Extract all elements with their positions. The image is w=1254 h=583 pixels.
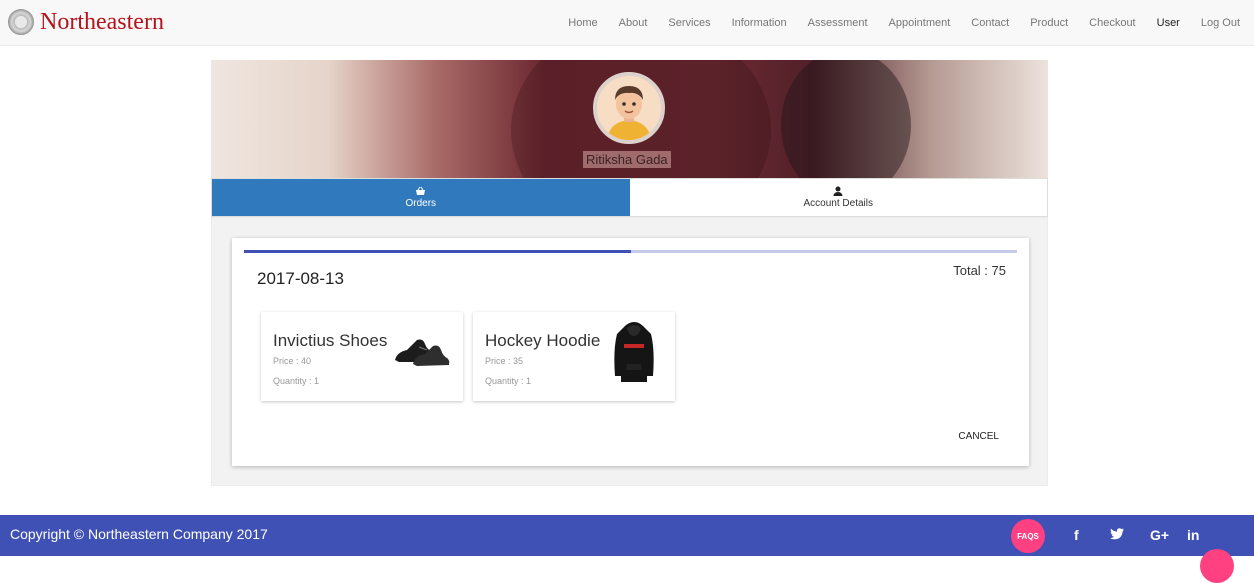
profile-name: Ritiksha Gada [583, 151, 671, 168]
profile-tabs: Orders Account Details [211, 178, 1048, 217]
nav-information[interactable]: Information [732, 17, 787, 29]
order-date: 2017-08-13 [257, 269, 344, 288]
google-plus-icon[interactable]: G+ [1150, 527, 1169, 543]
item-price: Price : 35 [485, 356, 524, 366]
nav-logout[interactable]: Log Out [1201, 17, 1240, 29]
cancel-order-button[interactable]: CANCEL [958, 431, 999, 442]
order-item: Hockey Hoodie Price : 35 Quantity : 1 [473, 312, 675, 401]
nav-checkout[interactable]: Checkout [1089, 17, 1135, 29]
order-progress-bar [244, 250, 1017, 253]
user-avatar-icon [597, 76, 661, 140]
brand-logo[interactable]: Northeastern [8, 9, 164, 35]
nav-contact[interactable]: Contact [971, 17, 1009, 29]
nav-home[interactable]: Home [568, 17, 597, 29]
item-name: Hockey Hoodie [485, 331, 601, 350]
nav-product[interactable]: Product [1030, 17, 1068, 29]
order-item: Invictius Shoes Price : 40 Quantity : 1 [261, 312, 463, 401]
shoes-image [395, 339, 450, 366]
linkedin-icon[interactable]: in [1187, 527, 1199, 543]
footer: Copyright © Northeastern Company 2017 FA… [0, 515, 1254, 556]
nav-user[interactable]: User [1157, 17, 1180, 29]
faqs-button[interactable]: FAQS [1011, 519, 1045, 553]
orders-panel: 2017-08-13 Total : 75 Invictius Shoes Pr… [211, 217, 1048, 486]
brand-name: Northeastern [40, 9, 164, 35]
profile-banner: Ritiksha Gada [211, 60, 1048, 178]
order-progress-fill [244, 250, 631, 253]
item-quantity: Quantity : 1 [485, 376, 532, 386]
order-card: 2017-08-13 Total : 75 Invictius Shoes Pr… [232, 238, 1029, 466]
order-total: Total : 75 [953, 263, 1006, 278]
nav-services[interactable]: Services [668, 17, 710, 29]
avatar [593, 72, 665, 144]
item-name: Invictius Shoes [273, 331, 388, 350]
user-icon [833, 186, 843, 198]
item-quantity: Quantity : 1 [273, 376, 320, 386]
tab-label: Orders [405, 198, 437, 209]
hoodie-image [614, 322, 654, 382]
nav-assessment[interactable]: Assessment [808, 17, 868, 29]
university-seal-icon [8, 9, 34, 35]
copyright-text: Copyright © Northeastern Company 2017 [10, 526, 268, 542]
facebook-icon[interactable]: f [1074, 527, 1079, 543]
floating-action-button[interactable] [1200, 549, 1234, 583]
top-navbar: Northeastern Home About Services Informa… [0, 0, 1254, 46]
twitter-icon[interactable] [1110, 527, 1124, 543]
basket-icon [415, 186, 426, 198]
tab-label: Account Details [803, 198, 873, 209]
nav-appointment[interactable]: Appointment [889, 17, 951, 29]
nav-about[interactable]: About [619, 17, 648, 29]
main-nav: Home About Services Information Assessme… [547, 0, 1240, 46]
tab-account-details[interactable]: Account Details [629, 179, 1047, 216]
tab-orders[interactable]: Orders [212, 179, 630, 216]
banner-shade [781, 60, 911, 178]
item-price: Price : 40 [273, 356, 312, 366]
